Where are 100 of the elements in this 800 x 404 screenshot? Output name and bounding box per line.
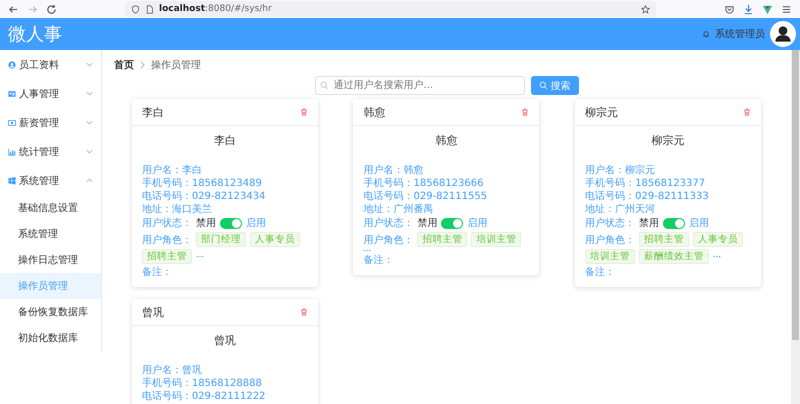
status-label: 用户状态：	[363, 216, 414, 230]
user-info-line: 用户名：柳宗元	[585, 164, 656, 177]
search-icon	[538, 81, 548, 90]
status-switch[interactable]	[441, 218, 464, 228]
role-tag: 招聘主管	[417, 232, 468, 247]
delete-icon[interactable]	[743, 108, 752, 116]
role-tag: 薪酬绩效主管	[639, 249, 710, 264]
roles-label: 用户角色：	[585, 234, 636, 246]
avatar-icon[interactable]	[770, 21, 796, 47]
app-logo: 微人事	[8, 23, 62, 46]
bar-chart-icon	[8, 148, 16, 156]
search-field[interactable]: 通过用户名搜索用户...	[314, 76, 524, 95]
status-switch[interactable]	[663, 218, 686, 228]
card-title: 柳宗元	[585, 104, 618, 120]
back-icon[interactable]	[8, 4, 19, 14]
user-info-line: 手机号码：18568123377	[585, 177, 706, 190]
menu-group[interactable]: 员工资料	[0, 50, 101, 79]
user-name: 曾巩	[212, 333, 237, 349]
chevron-down-icon	[86, 149, 93, 154]
user-info-line: 电话号码：029-82111555	[363, 190, 488, 203]
chevron-up-icon	[86, 178, 93, 183]
roles-label: 用户角色：	[142, 234, 192, 246]
user-name[interactable]: 系统管理员	[715, 27, 765, 41]
address-bar[interactable]: localhost:8080/#/sys/hr	[125, 1, 656, 17]
user-name: 柳宗元	[650, 133, 686, 149]
user-info-line: 电话号码：029-82123434	[142, 190, 266, 203]
role-tag: 部门经理	[196, 232, 246, 247]
disabled-label: 禁用	[639, 216, 660, 230]
more-icon[interactable]	[363, 249, 372, 252]
status-label: 用户状态：	[142, 216, 192, 230]
more-icon[interactable]	[713, 255, 722, 258]
user-info-line: 电话号码：029-82111333	[585, 190, 710, 203]
vue-extension-icon[interactable]	[762, 4, 773, 14]
user-info-line: 用户名：李白	[142, 164, 203, 177]
page-icon	[145, 4, 154, 14]
remark-label: 备注：	[363, 254, 394, 267]
user-info-line: 用户名：韩愈	[363, 164, 424, 177]
id-card-icon	[8, 90, 16, 98]
roles-label: 用户角色：	[363, 234, 414, 246]
enabled-label: 启用	[246, 216, 266, 230]
user-name: 韩愈	[434, 133, 458, 149]
menu-item[interactable]: 基础信息设置	[0, 195, 101, 221]
more-icon[interactable]	[196, 255, 204, 258]
card-title: 曾巩	[142, 304, 164, 320]
disabled-label: 禁用	[196, 216, 216, 230]
role-tag: 招聘主管	[639, 232, 690, 247]
download-icon[interactable]	[743, 4, 754, 14]
status-label: 用户状态：	[585, 216, 636, 230]
user-info-line: 地址：广州番禺	[363, 203, 434, 216]
delete-icon[interactable]	[521, 108, 530, 116]
bell-icon[interactable]	[702, 30, 710, 38]
scrollbar[interactable]	[791, 50, 800, 404]
user-name: 李白	[212, 133, 237, 149]
pocket-icon[interactable]	[724, 4, 735, 14]
menu-group[interactable]: 薪资管理	[0, 108, 101, 137]
menu-group[interactable]: 统计管理	[0, 137, 101, 166]
breadcrumb-item[interactable]: 首页	[114, 58, 134, 72]
remark-label: 备注：	[142, 266, 173, 279]
forward-icon[interactable]	[27, 4, 38, 14]
menu-item[interactable]: 备份恢复数据库	[0, 299, 101, 325]
role-tag: 人事专员	[693, 232, 744, 247]
status-switch[interactable]	[220, 218, 242, 228]
enabled-label: 启用	[689, 216, 710, 230]
user-info-line: 电话号码：029-82111222	[142, 390, 266, 403]
money-icon	[8, 118, 16, 126]
user-info-line: 用户名：曾巩	[142, 364, 203, 377]
card-title: 李白	[142, 104, 164, 120]
chevron-right-icon	[140, 61, 145, 69]
delete-icon[interactable]	[300, 308, 308, 316]
menu-group[interactable]: 人事管理	[0, 79, 101, 108]
menu-item[interactable]: 初始化数据库	[0, 325, 101, 351]
role-tag: 培训主管	[471, 232, 522, 247]
role-tag: 招聘主管	[142, 249, 192, 264]
role-tag: 人事专员	[250, 232, 300, 247]
menu-item[interactable]: 系统管理	[0, 221, 101, 247]
windows-icon	[8, 176, 16, 184]
chevron-down-icon	[86, 62, 93, 67]
shield-icon	[131, 4, 140, 14]
card-title: 韩愈	[363, 104, 386, 120]
user-info-line: 手机号码：18568128888	[142, 377, 263, 390]
user-circle-icon	[8, 60, 16, 68]
enabled-label: 启用	[467, 216, 488, 230]
user-info-line: 地址：广州天河	[585, 203, 656, 216]
user-info-line: 手机号码：18568123666	[363, 177, 484, 190]
menu-group[interactable]: 系统管理	[0, 166, 101, 195]
star-icon[interactable]	[641, 4, 650, 14]
menu-icon[interactable]	[781, 4, 792, 14]
user-info-line: 手机号码：18568123489	[142, 177, 263, 190]
user-info-line: 地址：海口美兰	[142, 203, 213, 216]
chevron-down-icon	[86, 120, 93, 125]
menu-item[interactable]: 操作日志管理	[0, 247, 101, 273]
chevron-down-icon	[86, 91, 93, 96]
reload-icon[interactable]	[46, 4, 57, 14]
remark-label: 备注：	[585, 266, 616, 279]
url-text: localhost:8080/#/sys/hr	[159, 4, 273, 14]
delete-icon[interactable]	[300, 108, 308, 116]
breadcrumb-item: 操作员管理	[151, 59, 201, 72]
disabled-label: 禁用	[417, 216, 438, 230]
role-tag: 培训主管	[585, 249, 636, 264]
search-icon	[320, 81, 328, 90]
